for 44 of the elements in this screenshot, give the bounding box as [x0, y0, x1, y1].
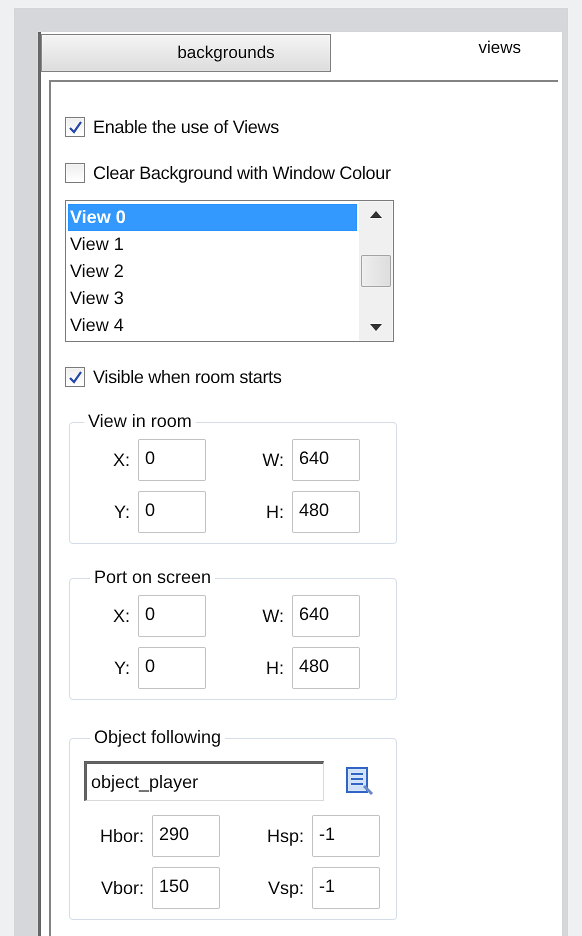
input-field[interactable]: 480: [292, 647, 360, 689]
field-label: H:: [265, 658, 285, 678]
list-icon[interactable]: [344, 766, 374, 796]
checkbox-label: Enable the use of Views: [93, 116, 279, 138]
input-field[interactable]: 0: [138, 647, 206, 689]
scroll-thumb[interactable]: [361, 255, 391, 287]
checkbox-label: Visible when room starts: [93, 366, 282, 388]
checkmark-icon: [68, 370, 82, 384]
input-field[interactable]: 640: [292, 439, 360, 481]
input-field[interactable]: 0: [138, 439, 206, 481]
group-title: Object following: [90, 727, 226, 748]
object-field[interactable]: object_player: [84, 761, 324, 801]
input-field[interactable]: 0: [138, 595, 206, 637]
list-item[interactable]: View 3: [68, 285, 357, 312]
input-field[interactable]: 640: [292, 595, 360, 637]
field-label: W:: [261, 450, 285, 470]
tab[interactable]: backgrounds: [41, 34, 331, 72]
input-field[interactable]: -1: [312, 815, 380, 857]
field-label: Y:: [112, 658, 131, 678]
field-label: Y:: [112, 502, 131, 522]
field-label: W:: [261, 606, 285, 626]
input-field[interactable]: 480: [292, 491, 360, 533]
input-field[interactable]: 290: [152, 815, 220, 857]
field-label: H:: [265, 502, 285, 522]
field-label: Hsp:: [266, 826, 305, 846]
field-label: X:: [112, 606, 131, 626]
checkbox-label: Clear Background with Window Colour: [93, 162, 391, 184]
field-label: X:: [112, 450, 131, 470]
field-label: Hbor:: [98, 826, 145, 846]
checkbox[interactable]: [65, 117, 85, 137]
input-field[interactable]: 0: [138, 491, 206, 533]
scrollbar[interactable]: [359, 201, 393, 341]
field-label: Vsp:: [266, 878, 305, 898]
checkbox[interactable]: [65, 367, 85, 387]
input-field[interactable]: 150: [152, 867, 220, 909]
scroll-down-icon[interactable]: [370, 324, 382, 331]
input-field[interactable]: -1: [312, 867, 380, 909]
field-label: Vbor:: [100, 878, 145, 898]
list-item[interactable]: View 4: [68, 312, 357, 339]
checkbox[interactable]: [65, 163, 85, 183]
scroll-up-icon[interactable]: [370, 211, 382, 218]
checkmark-icon: [68, 120, 82, 134]
list-item[interactable]: View 2: [68, 258, 357, 285]
list-item[interactable]: View 1: [68, 231, 357, 258]
